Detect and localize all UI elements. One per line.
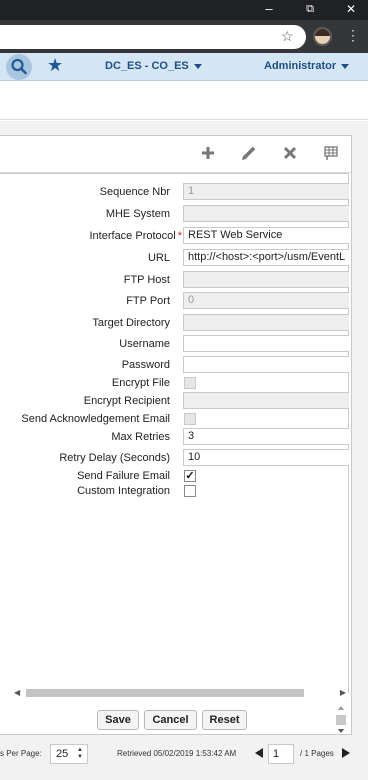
previous-page-icon[interactable] [255, 748, 263, 758]
reset-button[interactable]: Reset [202, 710, 247, 730]
encrypt-file-checkbox [184, 377, 196, 389]
favorites-star-icon[interactable]: ★ [47, 55, 63, 76]
org-selector[interactable]: DC_ES - CO_ES [105, 60, 202, 72]
ftp-host-field [183, 271, 349, 288]
pagination-footer: s Per Page: 25 ▲ ▼ Retrieved 05/02/2019 1… [0, 736, 368, 780]
url-label: URL [147, 252, 170, 264]
star-outline-icon[interactable]: ☆ [281, 28, 294, 45]
ftp-host-label: FTP Host [123, 274, 170, 286]
user-label: Administrator [264, 60, 337, 72]
profile-avatar[interactable] [313, 27, 332, 46]
restore-button[interactable]: ⧉ [293, 0, 327, 20]
browser-toolbar: ☆ ⋮ [0, 20, 368, 53]
sequence-nbr-label: Sequence Nbr [99, 186, 170, 198]
grid-view-icon[interactable] [322, 144, 340, 162]
mhe-system-label: MHE System [105, 208, 170, 220]
subheader-strip [0, 82, 368, 120]
max-retries-label: Max Retries [111, 431, 170, 443]
total-pages-label: / 1 Pages [300, 749, 334, 758]
send-failure-email-label: Send Failure Email [77, 470, 170, 482]
encrypt-file-label: Encrypt File [111, 377, 170, 389]
send-ack-email-checkbox [184, 413, 196, 425]
interface-protocol-label-text: Interface Protocol [89, 230, 176, 242]
spinner-icon[interactable]: ▲ ▼ [77, 747, 83, 761]
user-menu[interactable]: Administrator [264, 60, 350, 72]
interface-protocol-label: Interface Protocol * [90, 230, 183, 242]
ftp-port-field: 0 [183, 292, 349, 309]
send-failure-email-checkbox[interactable]: ✓ [184, 470, 196, 482]
scroll-right-icon[interactable]: ▶ [340, 687, 346, 699]
org-label: DC_ES - CO_ES [105, 60, 189, 72]
sequence-nbr-field: 1 [183, 183, 349, 200]
address-bar[interactable]: ☆ [0, 25, 306, 49]
ftp-port-label: FTP Port [126, 295, 170, 307]
per-page-select[interactable]: 25 ▲ ▼ [50, 744, 88, 764]
window-titlebar: – ⧉ ✕ [0, 0, 368, 20]
scroll-left-icon[interactable]: ◀ [14, 687, 20, 699]
required-marker: * [177, 230, 182, 242]
close-window-button[interactable]: ✕ [334, 0, 368, 20]
per-page-label: s Per Page: [0, 749, 42, 758]
send-ack-email-label: Send Acknowledgement Email [21, 413, 170, 425]
chevron-down-icon [341, 63, 350, 69]
vertical-scrollbar[interactable] [334, 705, 348, 735]
search-icon [11, 58, 27, 75]
target-directory-field [183, 314, 349, 331]
per-page-value: 25 [56, 748, 69, 760]
scrollbar-thumb[interactable] [26, 689, 304, 697]
retrieved-timestamp: Retrieved 05/02/2019 1:53:42 AM [117, 749, 237, 758]
url-field[interactable]: http://<host>:<port>/usm/EventL [183, 249, 349, 266]
password-field[interactable] [183, 356, 349, 373]
retry-delay-label: Retry Delay (Seconds) [59, 452, 170, 464]
encrypt-recipient-label: Encrypt Recipient [83, 395, 170, 407]
encrypt-recipient-field [183, 392, 349, 409]
save-button[interactable]: Save [97, 710, 139, 730]
username-field[interactable] [183, 335, 349, 352]
username-label: Username [119, 338, 170, 350]
minimize-button[interactable]: – [252, 0, 286, 20]
password-label: Password [121, 359, 170, 371]
custom-integration-label: Custom Integration [77, 485, 170, 497]
interface-protocol-select[interactable]: REST Web Service [183, 227, 349, 244]
delete-icon[interactable] [281, 144, 299, 162]
max-retries-field[interactable]: 3 [183, 428, 349, 445]
add-icon[interactable] [199, 144, 217, 162]
chevron-down-icon [193, 63, 202, 69]
browser-menu-icon[interactable]: ⋮ [346, 25, 360, 45]
retry-delay-field[interactable]: 10 [183, 449, 349, 466]
page-number-input[interactable]: 1 [268, 744, 294, 764]
search-button[interactable] [6, 54, 32, 80]
next-page-icon[interactable] [342, 748, 350, 758]
edit-icon[interactable] [240, 144, 258, 162]
app-header: ★ DC_ES - CO_ES Administrator [0, 53, 368, 81]
cancel-button[interactable]: Cancel [144, 710, 197, 730]
horizontal-scrollbar[interactable]: ◀ ▶ [12, 687, 346, 699]
custom-integration-checkbox[interactable] [184, 485, 196, 497]
mhe-system-field [183, 205, 349, 222]
target-directory-label: Target Directory [92, 317, 170, 329]
